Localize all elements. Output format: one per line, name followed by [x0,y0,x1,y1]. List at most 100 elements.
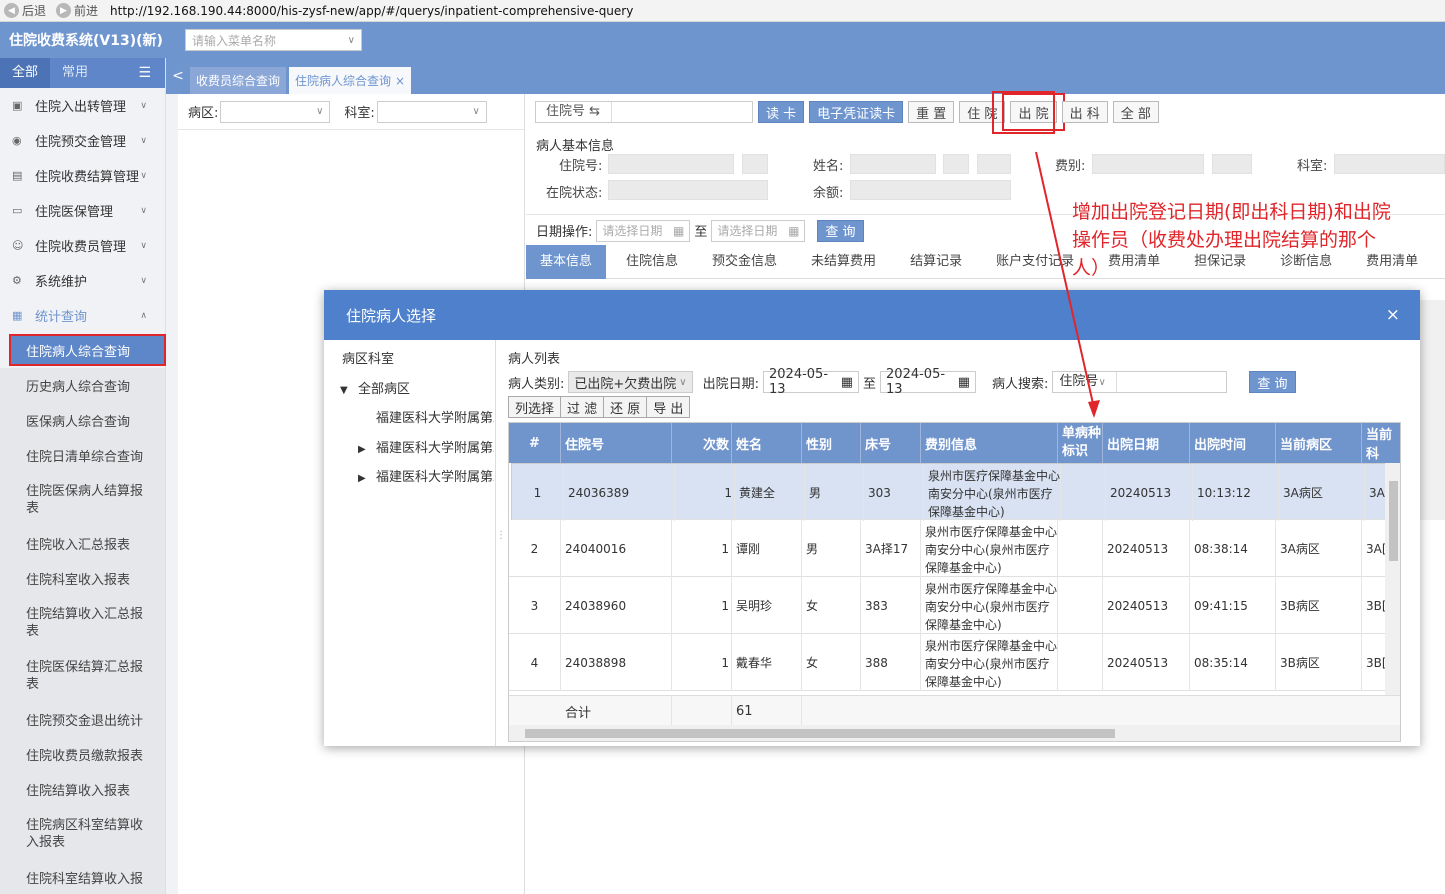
col-name[interactable]: 姓名 [732,423,802,463]
tab-inpatient-info[interactable]: 住院信息 [612,245,692,279]
sidebar-item-cashier-payment[interactable]: 住院收费员缴款报表 [0,737,165,772]
table-row[interactable]: 3 24038960 1 吴明珍女 383 泉州市医疗保障基金中心南安分中心(泉州市医疗保… [509,577,1400,634]
search-key-select[interactable]: 住院号 ⇆ [536,102,612,122]
export-button[interactable]: 导 出 [646,396,691,418]
read-card-button[interactable]: 读 卡 [758,101,805,123]
grid-horizontal-scrollbar[interactable] [509,725,1400,741]
tab-cashier-query[interactable]: 收费员综合查询 [190,67,287,94]
col-current-ward[interactable]: 当前病区 [1276,423,1362,463]
sidebar-item-ward-dept-income[interactable]: 住院病区科室结算收入报表 [0,807,165,860]
filter-button[interactable]: 过 滤 [560,396,605,418]
cell-fee: 泉州市医疗保障基金中心南安分中心(泉州市医疗保障基金中心) [924,464,1061,521]
tab-unsettled-fees[interactable]: 未结算费用 [797,245,890,279]
sidebar-group-statistics[interactable]: ▦ 统计查询 ∧ [0,298,165,333]
col-single-disease[interactable]: 单病种标识 [1058,423,1103,463]
cell-times: 1 [675,464,735,521]
sidebar-item-inpatient-query[interactable]: 住院病人综合查询 [9,334,166,366]
close-icon[interactable]: × [395,74,405,88]
back-button[interactable]: ◀ 后退 [4,2,46,19]
inpatient-button[interactable]: 住 院 [959,101,1006,123]
grid-vertical-scrollbar[interactable] [1385,463,1400,695]
tab-inpatient-query[interactable]: 住院病人综合查询 × [289,67,412,94]
chevron-left-icon[interactable]: < [166,58,190,94]
col-fee-info[interactable]: 费别信息 [921,423,1058,463]
list-query-button[interactable]: 查 询 [1249,371,1296,393]
sidebar-item-history-query[interactable]: 历史病人综合查询 [0,368,165,403]
table-row[interactable]: 2 24040016 1 谭刚男 3A择17 泉州市医疗保障基金中心南安分中心(泉州市医疗… [509,520,1400,577]
column-select-button[interactable]: 列选择 [508,396,562,418]
sidebar-group-admission[interactable]: ▣ 住院入出转管理 ∨ [0,88,165,123]
sidebar-tab-all[interactable]: 全部 [0,58,50,88]
col-times[interactable]: 次数 [672,423,732,463]
col-current-dept[interactable]: 当前科 [1362,423,1400,463]
sidebar-tab-common[interactable]: 常用 [50,58,100,88]
discharge-button[interactable]: 出 院 [1002,93,1065,131]
search-key-select[interactable]: 住院号∨ [1053,372,1118,392]
menu-search-input[interactable]: 请输入菜单名称 ∨ [185,29,362,51]
sidebar-group-cashier[interactable]: ☺ 住院收费员管理 ∨ [0,228,165,263]
cell-single [1058,520,1103,577]
sidebar-item-insurance-settlement-report[interactable]: 住院医保病人结算报表 [0,473,165,526]
tab-deposit-info[interactable]: 预交金信息 [698,245,791,279]
ward-select[interactable]: ∨ [220,100,331,123]
discharge-date-to[interactable]: 2024-05-13 ▦ [880,367,977,397]
restore-button[interactable]: 还 原 [603,396,648,418]
tree-node-label: 福建医科大学附属第二医院 [376,470,494,485]
table-row[interactable]: 1 24036389 1 黄建全男 303 泉州市医疗保障基金中心南安分中心(泉州市医疗保… [511,463,1400,521]
inpatient-no-search[interactable]: 住院号 ⇆ [535,101,753,123]
sidebar-item-deposit-refund[interactable]: 住院预交金退出统计 [0,702,165,737]
sidebar-item-income-summary[interactable]: 住院收入汇总报表 [0,526,165,561]
sidebar-item-daily-list-query[interactable]: 住院日清单综合查询 [0,438,165,473]
address-bar[interactable]: http://192.168.190.44:8000/his-zysf-new/… [110,4,633,18]
sidebar-item-insurance-summary[interactable]: 住院医保结算汇总报表 [0,649,165,702]
sidebar-group-system[interactable]: ⚙ 系统维护 ∨ [0,263,165,298]
tab-basic-info[interactable]: 基本信息 [526,244,607,279]
sidebar-item-settlement-income[interactable]: 住院结算收入报表 [0,772,165,807]
tab-settlement-records[interactable]: 结算记录 [896,245,976,279]
patient-search-box[interactable]: 住院号∨ [1052,371,1228,393]
scroll-thumb[interactable] [1389,481,1398,561]
col-index[interactable]: # [509,423,561,463]
scroll-thumb[interactable] [525,729,1115,738]
tree-node-child[interactable]: ▶ 福建医科大学附属第二医院 [358,437,494,456]
sidebar-item-insurance-query[interactable]: 医保病人综合查询 [0,403,165,438]
forward-button[interactable]: ▶ 前进 [56,2,98,19]
sex-value [943,154,969,174]
sum-count: 61 [732,696,802,726]
col-bed[interactable]: 床号 [861,423,921,463]
col-inpatient-no[interactable]: 住院号 [561,423,672,463]
cell-date: 20240513 [1103,577,1190,634]
tree-node-child[interactable]: ▶ 福建医科大学附属第二医院 [358,466,494,485]
all-button[interactable]: 全 部 [1112,101,1159,123]
col-discharge-date[interactable]: 出院日期 [1103,423,1190,463]
close-icon[interactable]: × [1386,305,1400,325]
patient-grid: # 住院号 次数 姓名 性别 床号 费别信息 单病种标识 出院日期 出院时间 当… [508,422,1401,742]
discharge-date-from[interactable]: 2024-05-13 ▦ [763,367,860,397]
patient-type-select[interactable]: 已出院+欠费出院 ∨ [568,371,693,393]
splitter-handle[interactable]: ⋮ [496,530,506,550]
cell-ward: 3B病区 [1276,634,1362,691]
cell-times: 1 [672,577,732,634]
e-card-button[interactable]: 电子凭证读卡 [809,101,904,123]
sidebar-group-deposit[interactable]: ◉ 住院预交金管理 ∨ [0,123,165,158]
dept-select[interactable]: ∨ [376,100,487,123]
sidebar-item-settlement-summary[interactable]: 住院结算收入汇总报表 [0,596,165,649]
col-sex[interactable]: 性别 [802,423,861,463]
cell-sex: 男 [802,520,861,577]
date-from-input[interactable]: 请选择日期 ▦ [596,219,691,242]
date-query-button[interactable]: 查 询 [817,219,864,242]
hamburger-icon[interactable]: ☰ [138,65,151,81]
tree-node-root[interactable]: ▼ 全部病区 [340,378,410,397]
sidebar-group-settlement[interactable]: ▤ 住院收费结算管理 ∨ [0,158,165,193]
col-discharge-time[interactable]: 出院时间 [1190,423,1276,463]
table-row[interactable]: 4 24038898 1 戴春华女 388 泉州市医疗保障基金中心南安分中心(泉州市医疗保… [509,634,1400,691]
reset-button[interactable]: 重 置 [908,101,955,123]
sidebar-group-insurance[interactable]: ▭ 住院医保管理 ∨ [0,193,165,228]
tree-node-child[interactable]: 福建医科大学附属第二医院 [376,407,494,426]
out-dept-button[interactable]: 出 科 [1061,101,1108,123]
date-to-input[interactable]: 请选择日期 ▦ [711,219,806,242]
sidebar-item-dept-settlement-income[interactable]: 住院科室结算收入报 [0,860,165,894]
sidebar-item-dept-income[interactable]: 住院科室收入报表 [0,561,165,596]
cell-no: 24036389 [564,464,675,521]
calendar-icon: ▦ [957,374,971,390]
